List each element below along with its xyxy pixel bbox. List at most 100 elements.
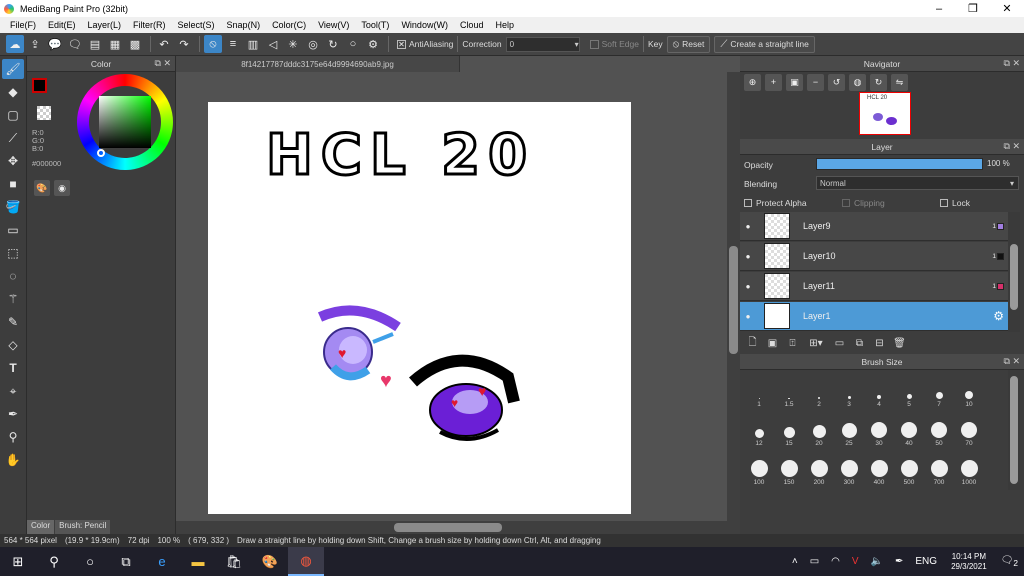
antialiasing-checkbox[interactable]: ✕	[397, 39, 406, 49]
store-icon[interactable]: 🛍	[216, 547, 252, 576]
zoom-fit-icon[interactable]: ⊕	[744, 73, 761, 91]
brush-size-option[interactable]: 4	[864, 372, 894, 408]
rotate-left-icon[interactable]: ↺	[828, 73, 845, 91]
straight-line-button[interactable]: ⟋ Create a straight line	[714, 35, 815, 53]
navigator-view[interactable]: HCL 20	[740, 92, 1024, 139]
panel-close-icon[interactable]: ⧉ ✕	[1004, 58, 1020, 69]
divide-tool-icon[interactable]: ⌖	[2, 381, 24, 401]
task-view-icon[interactable]: ⧉	[108, 547, 144, 576]
select-pen-tool-icon[interactable]: ✎	[2, 312, 24, 332]
eyedropper-tool-icon[interactable]: ⚲	[2, 427, 24, 447]
magic-wand-tool-icon[interactable]: ⚚	[2, 289, 24, 309]
soft-edge-checkbox[interactable]	[589, 39, 599, 49]
vivaldi-icon[interactable]: V	[852, 556, 859, 567]
bucket-tool-icon[interactable]: 🪣	[2, 197, 24, 217]
copy-layer-icon[interactable]: ⧉	[852, 336, 867, 351]
color-wheel[interactable]	[77, 74, 173, 170]
close-button[interactable]: ✕	[990, 0, 1024, 17]
menu-help[interactable]: Help	[489, 20, 520, 30]
lasso-tool-icon[interactable]: ◌	[2, 266, 24, 286]
visibility-eye-icon[interactable]: ●	[740, 222, 756, 231]
windows-start-icon[interactable]: ⊞	[0, 547, 36, 576]
actual-size-icon[interactable]: ▣	[786, 73, 803, 91]
settings-gear-icon[interactable]: ⚙	[364, 35, 382, 53]
layer-settings-gear-icon[interactable]: ⚙	[993, 309, 1004, 323]
pen-icon[interactable]: ✒	[895, 556, 903, 567]
menu-window[interactable]: Window(W)	[395, 20, 454, 30]
brush-size-option[interactable]: 10	[954, 372, 984, 408]
reset-button[interactable]: ⦸ Reset	[666, 35, 711, 53]
minimize-button[interactable]: –	[922, 0, 956, 17]
tab-color[interactable]: Color	[27, 520, 55, 534]
vanishing-point-icon[interactable]: ◁	[264, 35, 282, 53]
layer-row[interactable]: ● Layer11 1	[740, 272, 1008, 301]
new-halftone-layer-icon[interactable]: ▣	[765, 336, 780, 351]
brush-size-option[interactable]: 30	[864, 411, 894, 447]
brush-size-option[interactable]: 25	[834, 411, 864, 447]
brush-size-option[interactable]: 3	[834, 372, 864, 408]
color-picker-knob[interactable]	[97, 149, 105, 157]
comment-icon[interactable]: 💬	[46, 35, 64, 53]
rotate-reset-icon[interactable]: ◍	[849, 73, 866, 91]
visibility-eye-icon[interactable]: ●	[740, 312, 756, 321]
radial-snap-icon[interactable]: ✳	[284, 35, 302, 53]
maximize-button[interactable]: ❐	[956, 0, 990, 17]
fill-shape-tool-icon[interactable]: ■	[2, 174, 24, 194]
text-tool-icon[interactable]: T	[2, 358, 24, 378]
delete-layer-icon[interactable]: 🗑	[892, 336, 907, 351]
speech-bubble-icon[interactable]: 🗨	[66, 35, 84, 53]
protect-alpha-checkbox[interactable]	[744, 198, 752, 207]
page-icon[interactable]: ▤	[86, 35, 104, 53]
tab-brush[interactable]: Brush: Pencil	[55, 520, 111, 534]
drawing-canvas[interactable]: HCL 20 ♥ ♥ ♥ ♥	[208, 102, 631, 514]
folder-icon[interactable]: ▭	[832, 336, 847, 351]
new-8bit-layer-icon[interactable]: ⍐	[785, 336, 800, 351]
merge-layer-icon[interactable]: ⊟	[872, 336, 887, 351]
snap-off-icon[interactable]: ⦸	[204, 35, 222, 53]
rectangle-tool-icon[interactable]: ▢	[2, 105, 24, 125]
input-language[interactable]: ENG	[915, 556, 937, 567]
circle-snap-icon[interactable]: ◎	[304, 35, 322, 53]
brush-tool-icon[interactable]: 🖌	[2, 59, 24, 79]
panel-close-icon[interactable]: ⧉ ✕	[1004, 356, 1020, 367]
menu-cloud[interactable]: Cloud	[454, 20, 490, 30]
brush-size-option[interactable]: 400	[864, 450, 894, 486]
select-eraser-tool-icon[interactable]: ◇	[2, 335, 24, 355]
new-layer-menu-icon[interactable]: ⊞▾	[805, 336, 827, 351]
menu-file[interactable]: File(F)	[4, 20, 42, 30]
brush-size-option[interactable]: 70	[954, 411, 984, 447]
layer-row-selected[interactable]: ● Layer1 ⚙	[740, 302, 1008, 331]
menu-layer[interactable]: Layer(L)	[82, 20, 128, 30]
opacity-slider[interactable]	[816, 158, 983, 170]
dot-line-tool-icon[interactable]: ⟋	[2, 128, 24, 148]
layer-scrollbar[interactable]	[1008, 212, 1020, 332]
navigator-thumbnail[interactable]: HCL 20	[859, 92, 911, 135]
pen-tool-icon[interactable]: ✒	[2, 404, 24, 424]
wifi-icon[interactable]: ◠	[831, 556, 840, 567]
pages-icon[interactable]: ▦	[106, 35, 124, 53]
brush-size-option[interactable]: 500	[894, 450, 924, 486]
curve-snap-icon[interactable]: ↻	[324, 35, 342, 53]
brush-size-option[interactable]: 40	[894, 411, 924, 447]
brush-size-option[interactable]: 5	[894, 372, 924, 408]
blending-select[interactable]: Normal ▾	[816, 176, 1019, 190]
rotate-right-icon[interactable]: ↻	[870, 73, 887, 91]
hand-tool-icon[interactable]: ✋	[2, 450, 24, 470]
panel-close-icon[interactable]: ⧉ ✕	[1004, 141, 1020, 152]
menu-color[interactable]: Color(C)	[266, 20, 312, 30]
canvas-horizontal-scrollbar[interactable]	[176, 521, 727, 534]
brush-size-option[interactable]: 700	[924, 450, 954, 486]
cloud-icon[interactable]: ☁	[6, 35, 24, 53]
brush-size-option[interactable]: 300	[834, 450, 864, 486]
share-icon[interactable]: ⇪	[26, 35, 44, 53]
menu-edit[interactable]: Edit(E)	[42, 20, 82, 30]
menu-select[interactable]: Select(S)	[172, 20, 221, 30]
grid-icon[interactable]: ▩	[126, 35, 144, 53]
brush-size-option[interactable]: 2	[804, 372, 834, 408]
new-layer-icon[interactable]: 🗋	[745, 336, 760, 351]
menu-snap[interactable]: Snap(N)	[221, 20, 267, 30]
redo-icon[interactable]: ↷	[175, 35, 193, 53]
search-icon[interactable]: ⚲	[36, 547, 72, 576]
cross-snap-icon[interactable]: ▥	[244, 35, 262, 53]
palette-add-icon[interactable]: ◉	[54, 180, 70, 196]
